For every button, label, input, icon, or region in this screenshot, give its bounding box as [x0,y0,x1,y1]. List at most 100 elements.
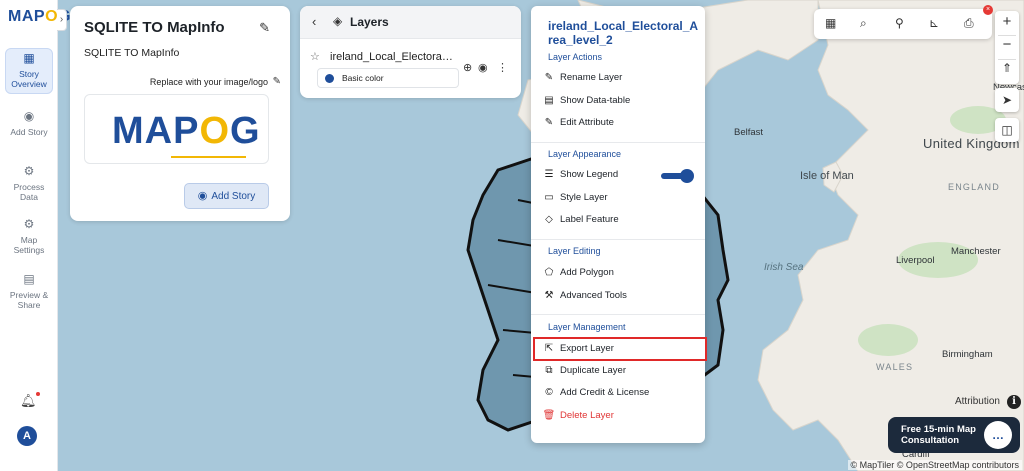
navigate-arrow-icon[interactable]: ➤ [995,88,1019,112]
tag-icon: ◇ [545,214,553,225]
menu-item-label: Advanced Tools [560,290,627,301]
divider [531,314,705,315]
edit-attribute-item[interactable]: ✎ Edit Attribute [540,113,700,133]
search-icon[interactable]: ⌕ [860,16,867,31]
menu-item-label: Duplicate Layer [560,365,627,376]
settings-icon: ⚙ [23,217,35,231]
menu-item-label: Label Feature [560,214,619,225]
layers-header: ‹ ◈ Layers [300,6,521,39]
chat-bubble-icon[interactable]: … [984,421,1012,449]
notification-dot [35,392,40,396]
duplicate-icon: ⧉ [545,365,553,376]
advanced-tools-item[interactable]: ⚒ Advanced Tools [540,286,700,306]
polygon-icon: ⬠ [544,267,554,278]
zoom-to-layer-icon[interactable]: ⊕ [463,61,472,74]
visibility-eye-icon[interactable]: ◉ [478,61,488,74]
sidebar-item-label: Process Data [13,182,45,202]
sidebar-item-map-settings[interactable]: ⚙ Map Settings [5,215,53,259]
add-story-button[interactable]: ◉ Add Story [184,183,269,209]
label-feature-item[interactable]: ◇ Label Feature [540,210,700,230]
sidebar-item-label: Add Story [10,127,48,137]
measure-icon[interactable]: ⊾ [929,16,939,30]
edit-pencil-icon[interactable]: ✎ [259,20,270,36]
rename-icon: ✎ [544,72,554,83]
section-layer-management: Layer Management [548,322,626,332]
story-card: SQLITE TO MapInfo ✎ SQLITE TO MapInfo Re… [70,6,290,221]
print-icon[interactable]: ⎙ [964,16,974,31]
sidebar-item-label: Preview & Share [9,290,49,310]
layers-panel: ‹ ◈ Layers ☆ ireland_Local_Electoral_...… [300,6,521,98]
layer-style-chip[interactable]: Basic color [317,68,459,88]
sidebar-item-add-story[interactable]: ◉ Add Story [5,107,53,141]
delete-layer-item[interactable]: 🗑︎ Delete Layer [540,406,700,426]
mapog-logo: MAPOG [112,110,261,152]
menu-item-label: Show Legend [560,169,619,180]
zoom-in-button[interactable]: + [995,13,1019,30]
menu-item-label: Edit Attribute [560,117,614,128]
replace-pencil-icon[interactable]: ✎ [273,76,281,87]
location-pin-icon: ◉ [197,190,208,202]
preview-icon: ▤ [23,272,35,286]
layers-stack-icon: ◈ [333,14,343,28]
menu-item-label: Style Layer [560,192,608,203]
story-subtitle: SQLITE TO MapInfo [84,47,180,59]
paint-roller-icon: ▭ [544,192,554,203]
add-credit-license-item[interactable]: © Add Credit & License [540,383,700,403]
sidebar-item-story-overview[interactable]: ▦ Story Overview [5,48,53,94]
layer-context-menu: ireland_Local_Electoral_Area_level_2 Lay… [531,6,707,443]
map-icon: ▦ [23,51,35,65]
map-label-england: ENGLAND [948,182,1000,192]
logo-underline [171,156,246,158]
add-polygon-item[interactable]: ⬠ Add Polygon [540,263,700,283]
layers-title: Layers [350,15,389,29]
toggle-knob [680,169,694,183]
left-sidebar: MAPOG ▦ Story Overview ◉ Add Story ⚙ Pro… [0,0,70,471]
add-story-label: Add Story [211,191,256,202]
consultation-widget[interactable]: Free 15-min Map Consultation … [888,417,1020,453]
style-layer-item[interactable]: ▭ Style Layer [540,188,700,208]
table-icon: ▤ [544,95,554,106]
edit-attribute-icon: ✎ [544,117,554,128]
chevron-left-icon[interactable]: ‹ [312,14,316,29]
color-swatch [325,74,334,83]
user-avatar[interactable]: A [17,426,37,446]
export-layer-item[interactable]: ⇱ Export Layer [533,337,707,361]
duplicate-layer-item[interactable]: ⧉ Duplicate Layer [540,361,700,381]
legend-list-icon: ☰ [544,169,554,180]
sidebar-item-label: Story Overview [11,69,47,89]
notification-bell-icon[interactable]: 🔔︎ [20,392,40,409]
show-data-table-item[interactable]: ▤ Show Data-table [540,91,700,111]
map-label-wales: WALES [876,362,914,372]
layer-name[interactable]: ireland_Local_Electoral_... [330,51,455,63]
sidebar-item-process-data[interactable]: ⚙ Process Data [5,162,53,206]
divider [531,142,705,143]
show-legend-toggle[interactable] [661,169,695,183]
compass-icon[interactable]: ⇑ [995,61,1019,75]
rename-layer-item[interactable]: ✎ Rename Layer [540,68,700,88]
sidebar-item-preview-share[interactable]: ▤ Preview & Share [5,270,53,314]
sidebar-collapse-chevron-icon[interactable]: › [57,9,67,31]
divider [531,239,705,240]
wrench-icon: ⚒ [544,290,554,301]
map-label-manchester: Manchester [951,246,1001,257]
menu-item-label: Add Polygon [560,267,614,278]
menu-item-label: Show Data-table [560,95,631,106]
style-label: Basic color [342,73,384,83]
map-attribution: © MapTiler © OpenStreetMap contributors [847,460,1022,470]
polygon-layer-icon: ☆ [310,51,320,63]
map-view-icon[interactable]: ▦ [825,16,836,30]
story-logo-image: MAPOG [84,94,269,164]
more-options-icon[interactable]: ⋮ [497,61,508,74]
map-label-liverpool: Liverpool [896,255,935,266]
section-layer-actions: Layer Actions [548,52,603,62]
user-location-icon[interactable]: ⚲ [895,16,904,30]
replace-logo-link[interactable]: Replace with your image/logo [150,77,268,87]
sidebar-item-label: Map Settings [13,235,45,255]
menu-item-label: Rename Layer [560,72,623,83]
basemap-switch-icon[interactable]: ◫ [995,118,1019,142]
menu-item-label: Add Credit & License [560,387,650,398]
info-icon[interactable]: i [1007,395,1021,409]
zoom-out-button[interactable]: − [995,36,1019,53]
menu-item-label: Delete Layer [560,410,614,421]
close-icon[interactable]: × [983,5,993,15]
